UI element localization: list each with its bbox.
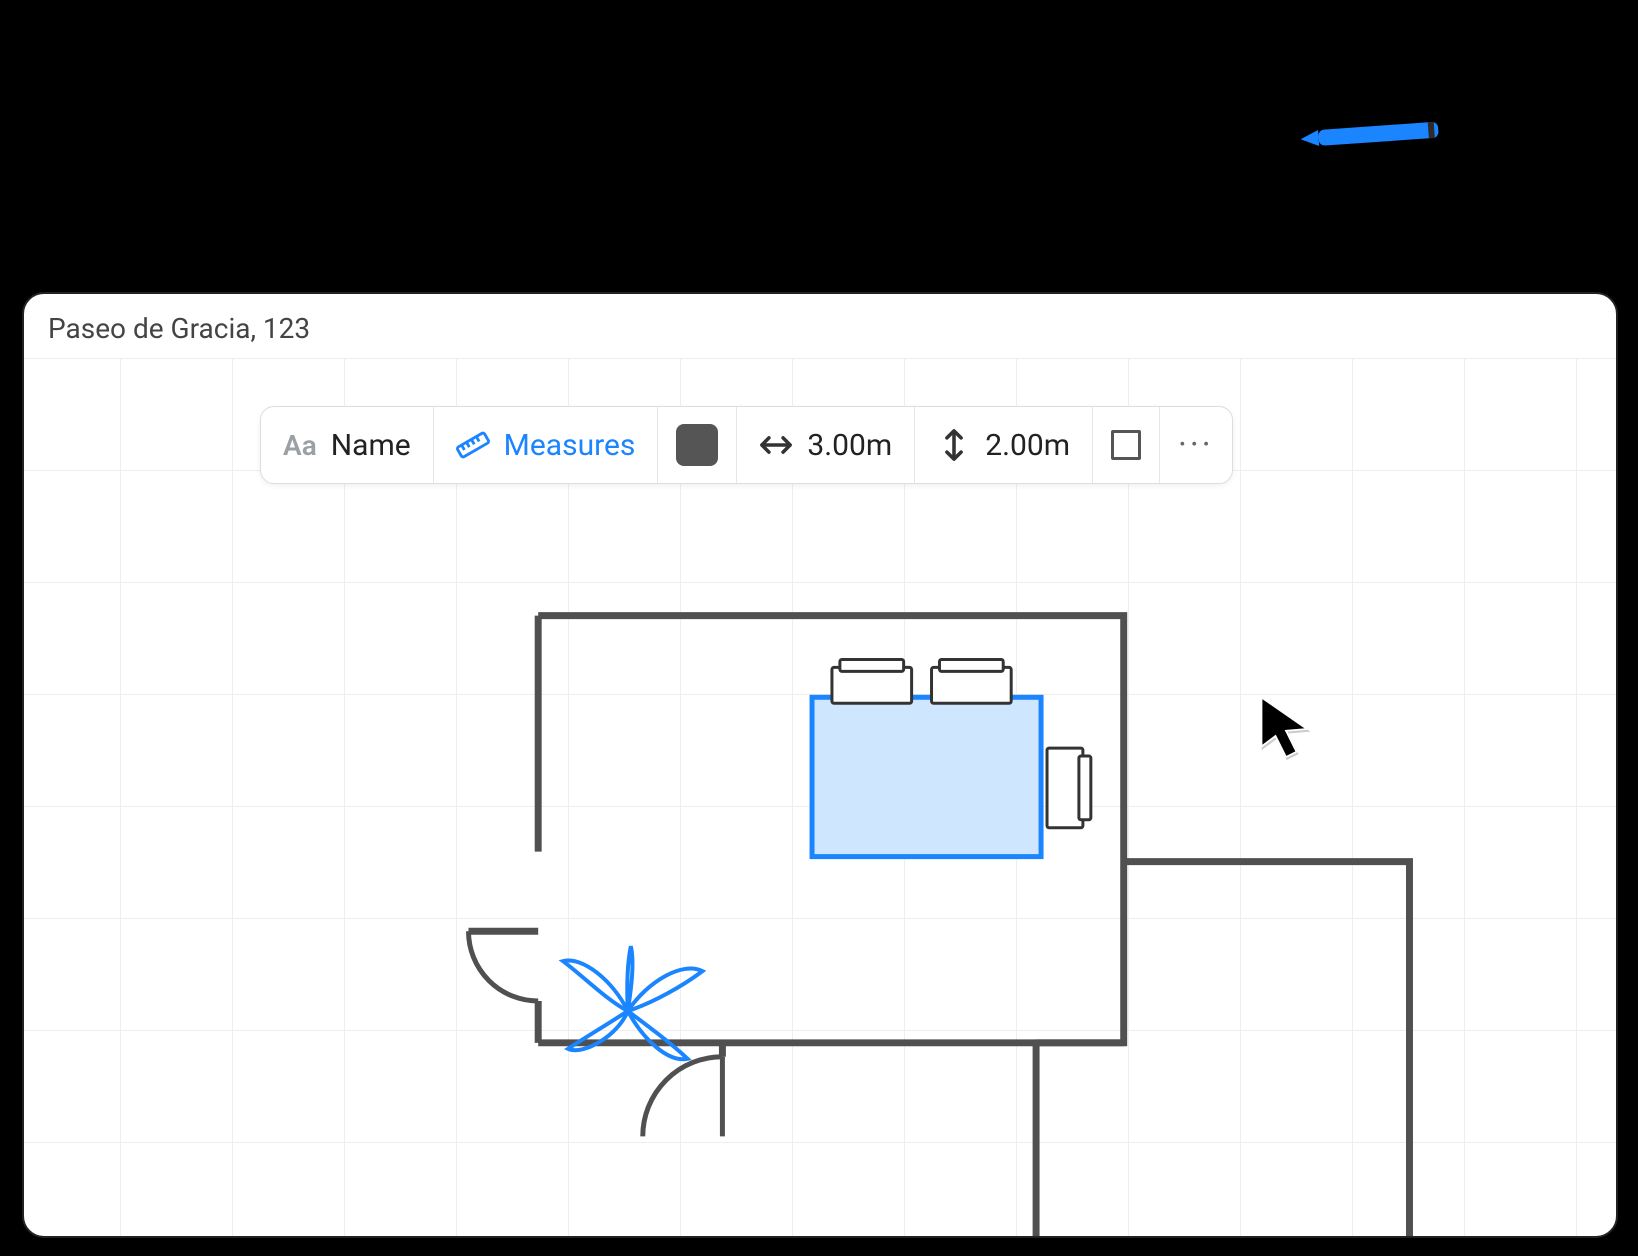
name-field-button[interactable]: Aa Name [261, 407, 434, 483]
document-title: Paseo de Gracia, 123 [48, 312, 310, 345]
cursor-pointer-icon [1256, 694, 1316, 764]
width-field[interactable]: 3.00m [737, 407, 915, 483]
height-field[interactable]: 2.00m [915, 407, 1093, 483]
name-field-label: Name [331, 428, 411, 463]
ruler-icon [456, 428, 490, 462]
measures-toggle[interactable]: Measures [434, 407, 659, 483]
height-value: 2.00m [985, 428, 1070, 463]
fill-swatch-icon [676, 424, 718, 466]
measures-label: Measures [504, 428, 636, 463]
text-aa-icon: Aa [283, 429, 317, 462]
shape-outline-button[interactable] [1093, 407, 1160, 483]
fill-color-button[interactable] [658, 407, 737, 483]
canvas-grid[interactable] [24, 358, 1616, 1236]
vertical-arrows-icon [937, 428, 971, 462]
horizontal-arrows-icon [759, 428, 793, 462]
object-toolbar: Aa Name Measures [260, 406, 1233, 484]
more-options-button[interactable]: ··· [1160, 407, 1232, 483]
width-value: 3.00m [807, 428, 892, 463]
ellipsis-icon: ··· [1178, 425, 1214, 465]
square-outline-icon [1111, 430, 1141, 460]
floor-plan-editor-window: Paseo de Gracia, 123 Aa Name Me [22, 292, 1618, 1238]
